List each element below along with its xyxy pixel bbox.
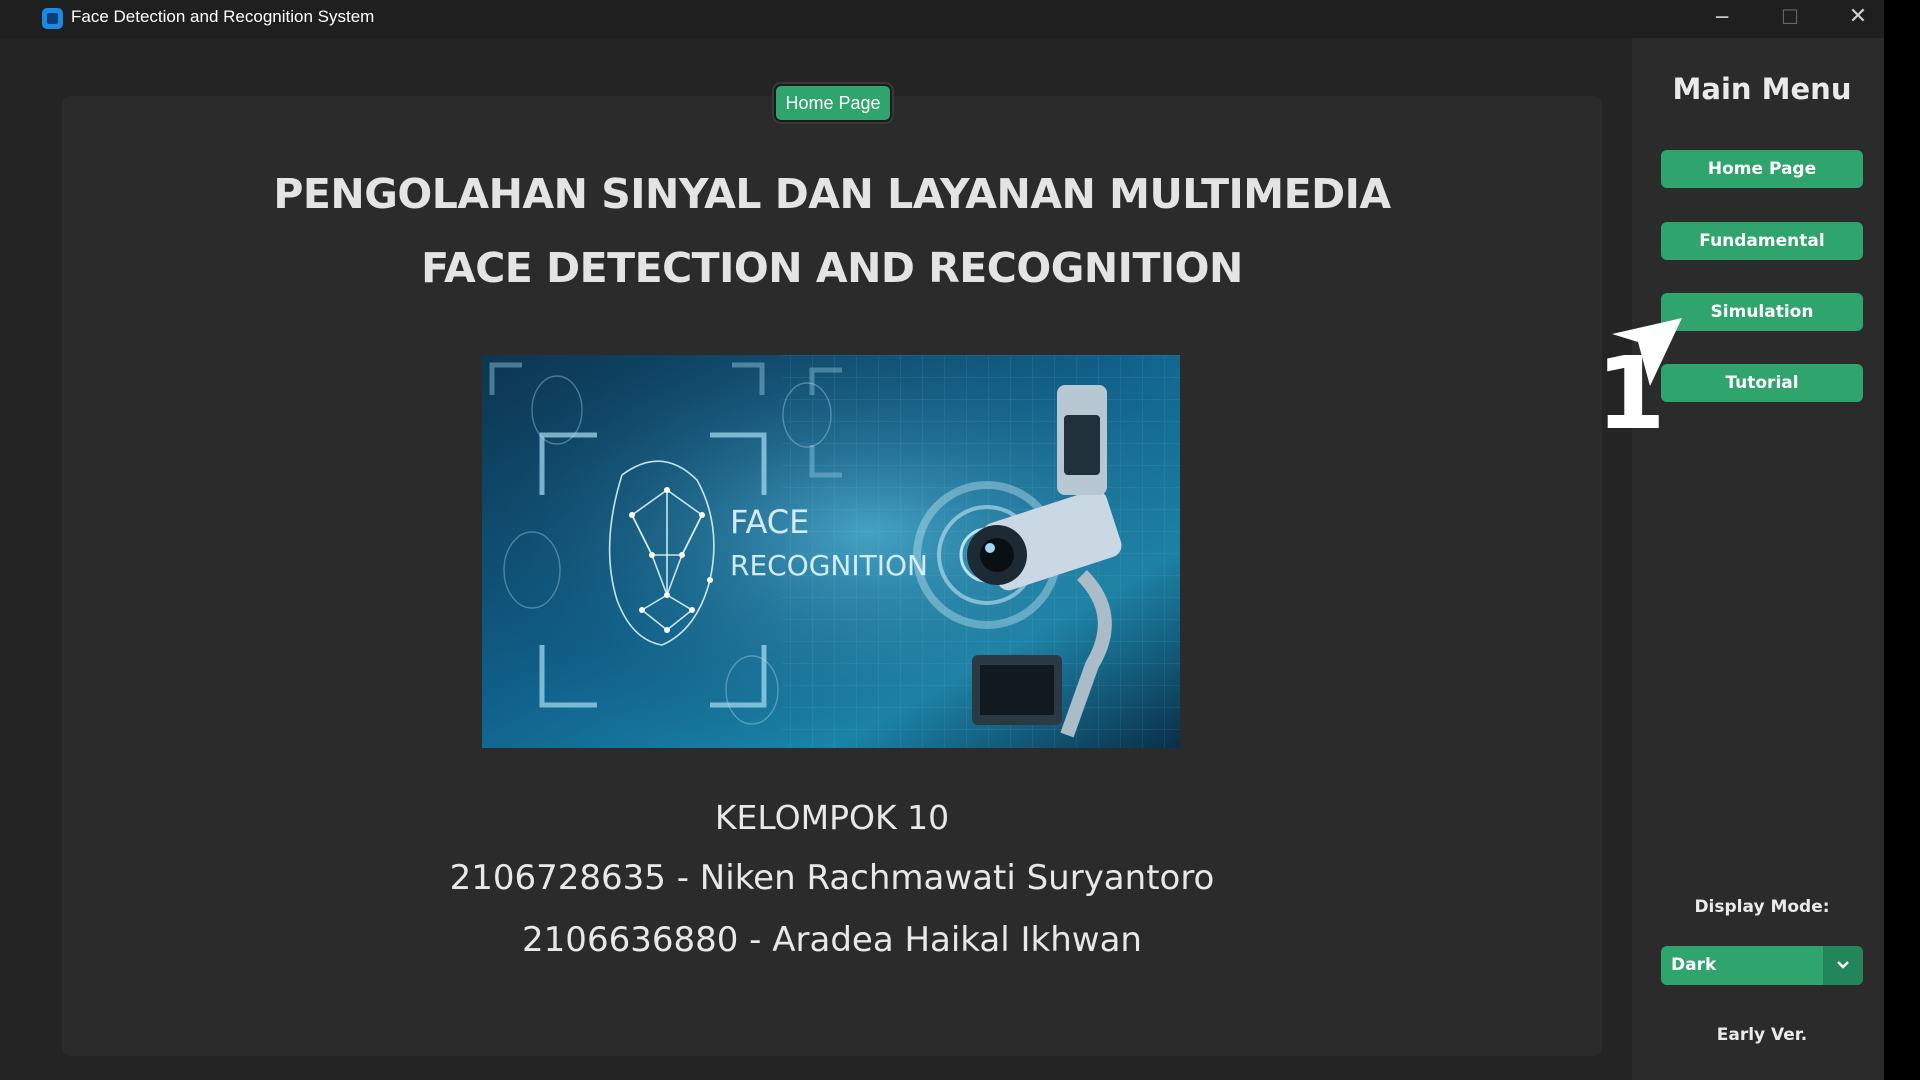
sidebar [1632, 38, 1884, 1080]
project-title: FACE DETECTION AND RECOGNITION [421, 244, 1243, 292]
course-title: PENGOLAHAN SINYAL DAN LAYANAN MULTIMEDIA [273, 170, 1391, 218]
fundamental-button[interactable]: Fundamental [1661, 222, 1863, 260]
home-page-button[interactable]: Home Page [1661, 150, 1863, 188]
face-recognition-illustration: FACE RECOGNITION [482, 355, 1180, 748]
maximize-button[interactable]: ☐ [1760, 0, 1820, 36]
version-label: Early Ver. [1716, 1025, 1808, 1045]
hero-caption-1: FACE [730, 503, 809, 541]
display-mode-select[interactable]: Dark [1661, 946, 1863, 985]
hero-caption-2: RECOGNITION [730, 549, 928, 582]
current-page-badge: Home Page [774, 84, 892, 122]
chevron-down-icon [1837, 961, 1849, 969]
member-1: 2106728635 - Niken Rachmawati Suryantoro [449, 858, 1215, 898]
member-2: 2106636880 - Aradea Haikal Ikhwan [522, 920, 1142, 960]
app-icon [42, 8, 63, 29]
simulation-button[interactable]: Simulation [1661, 293, 1863, 331]
dropdown-arrow-button[interactable] [1823, 946, 1863, 985]
window-title: Face Detection and Recognition System [71, 7, 375, 26]
display-mode-label: Display Mode: [1694, 897, 1830, 917]
tutorial-button[interactable]: Tutorial [1661, 364, 1863, 402]
main-menu-title: Main Menu [1672, 72, 1852, 106]
title-bar[interactable]: Face Detection and Recognition System ─ … [0, 0, 1884, 38]
app-window: Face Detection and Recognition System ─ … [0, 0, 1884, 1080]
minimize-button[interactable]: ─ [1692, 0, 1752, 36]
pointer-arrow-icon [1612, 318, 1682, 386]
display-mode-value: Dark [1671, 955, 1717, 975]
group-label: KELOMPOK 10 [714, 798, 950, 837]
close-button[interactable]: ✕ [1828, 0, 1888, 36]
